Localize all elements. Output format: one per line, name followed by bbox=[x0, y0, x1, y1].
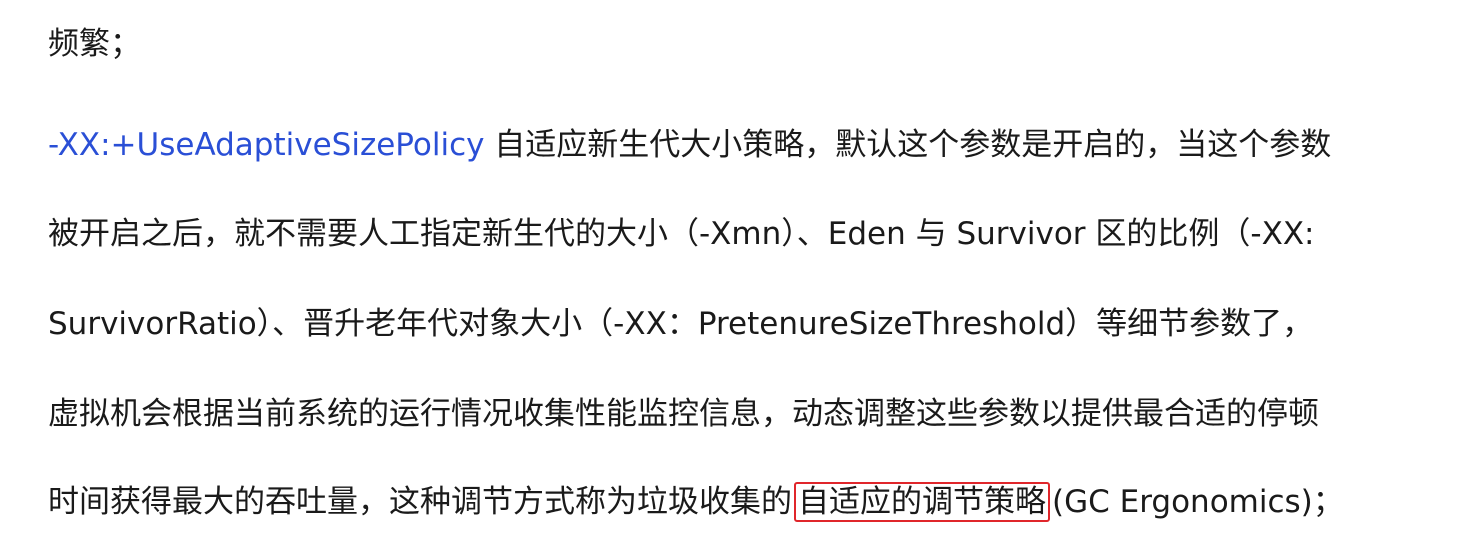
highlighted-term-box: 自适应的调节策略 bbox=[794, 482, 1050, 522]
paragraph-line-3: 被开启之后，就不需要人工指定新生代的大小（-Xmn）、Eden 与 Surviv… bbox=[48, 212, 1315, 256]
line-text: 自适应新生代大小策略，默认这个参数是开启的，当这个参数 bbox=[484, 127, 1332, 163]
line-text: 被开启之后，就不需要人工指定新生代的大小（-Xmn）、Eden 与 Surviv… bbox=[48, 216, 1315, 252]
paragraph-line-2: -XX:+UseAdaptiveSizePolicy 自适应新生代大小策略，默认… bbox=[48, 123, 1331, 167]
jvm-parameter-name: -XX:+UseAdaptiveSizePolicy bbox=[48, 127, 485, 163]
line-text: 虚拟机会根据当前系统的运行情况收集性能监控信息，动态调整这些参数以提供最合适的停… bbox=[48, 396, 1319, 432]
line-text: 频繁； bbox=[48, 26, 141, 62]
paragraph-line-1: 频繁； bbox=[48, 22, 141, 66]
line-text-before: 时间获得最大的吞吐量，这种调节方式称为垃圾收集的 bbox=[48, 484, 792, 520]
paragraph-line-4: SurvivorRatio）、晋升老年代对象大小（-XX：PretenureSi… bbox=[48, 302, 1313, 346]
paragraph-line-5: 虚拟机会根据当前系统的运行情况收集性能监控信息，动态调整这些参数以提供最合适的停… bbox=[48, 392, 1319, 436]
paragraph-line-6: 时间获得最大的吞吐量，这种调节方式称为垃圾收集的 自适应的调节策略 (GC Ergo… bbox=[48, 480, 1344, 524]
line-text: SurvivorRatio）、晋升老年代对象大小（-XX：PretenureSi… bbox=[48, 306, 1314, 342]
line-text-after: (GC Ergonomics)； bbox=[1052, 484, 1344, 520]
